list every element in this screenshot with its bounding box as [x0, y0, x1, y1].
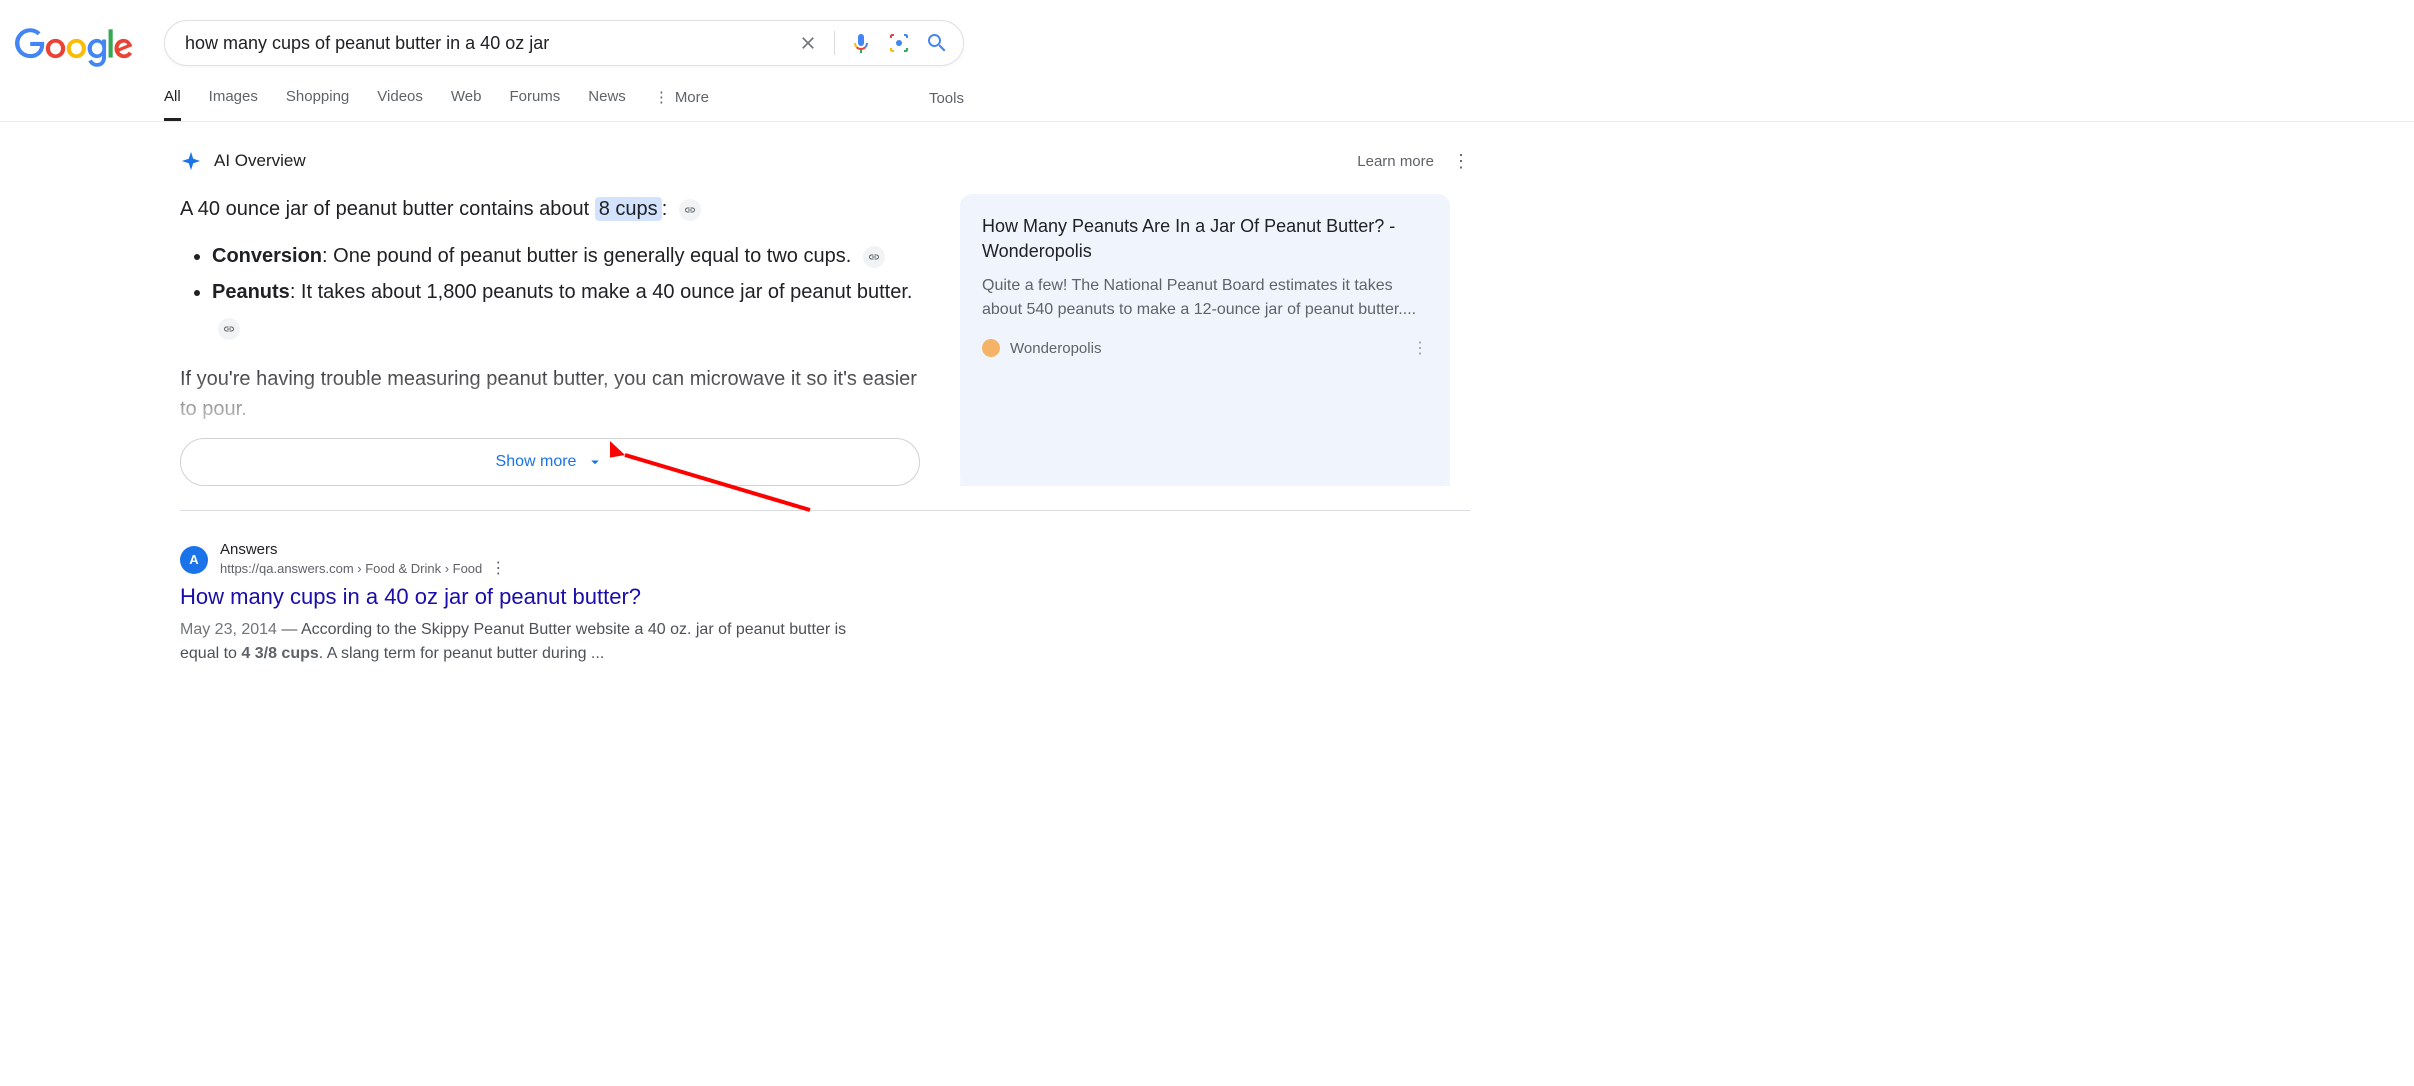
citation-link-icon[interactable]: [218, 318, 240, 340]
ai-bullet-peanuts: Peanuts: It takes about 1,800 peanuts to…: [212, 274, 920, 346]
ai-source-card[interactable]: How Many Peanuts Are In a Jar Of Peanut …: [960, 194, 1450, 486]
result-snippet: May 23, 2014 — According to the Skippy P…: [180, 618, 880, 666]
search-bar[interactable]: [164, 20, 964, 66]
tab-shopping[interactable]: Shopping: [286, 88, 349, 121]
more-options-icon[interactable]: ⋮: [1452, 151, 1470, 172]
divider: [834, 31, 835, 55]
search-input[interactable]: [185, 33, 796, 54]
tab-all[interactable]: All: [164, 88, 181, 121]
result-url: https://qa.answers.com › Food & Drink › …: [220, 561, 482, 576]
wonderopolis-favicon: [982, 339, 1000, 357]
result-title-link[interactable]: How many cups in a 40 oz jar of peanut b…: [180, 584, 880, 610]
citation-link-icon[interactable]: [863, 246, 885, 268]
tab-more[interactable]: ⋮ More: [654, 88, 709, 121]
highlighted-answer: 8 cups: [595, 197, 662, 221]
clear-icon[interactable]: [796, 31, 820, 55]
tools-button[interactable]: Tools: [929, 90, 964, 119]
google-logo[interactable]: [14, 28, 134, 73]
ai-faded-text: If you're having trouble measuring peanu…: [180, 364, 920, 424]
search-icon[interactable]: [925, 31, 949, 55]
show-more-button[interactable]: Show more: [180, 438, 920, 486]
divider: [0, 121, 2414, 122]
card-fade: [960, 456, 1450, 486]
chevron-down-icon: [586, 453, 604, 471]
search-result: A Answers https://qa.answers.com › Food …: [180, 541, 880, 666]
dots-vertical-icon: ⋮: [654, 88, 669, 106]
ai-summary-text: A 40 ounce jar of peanut butter contains…: [180, 194, 920, 224]
result-menu-icon[interactable]: ⋮: [490, 558, 506, 578]
citation-link-icon[interactable]: [679, 199, 701, 221]
card-title: How Many Peanuts Are In a Jar Of Peanut …: [982, 214, 1428, 264]
tab-web[interactable]: Web: [451, 88, 482, 121]
lens-icon[interactable]: [887, 31, 911, 55]
tabs: All Images Shopping Videos Web Forums Ne…: [164, 88, 709, 121]
card-source-name: Wonderopolis: [1010, 340, 1101, 357]
answers-favicon: A: [180, 546, 208, 574]
ai-overview-title: AI Overview: [214, 151, 306, 171]
learn-more-link[interactable]: Learn more: [1357, 153, 1434, 170]
tab-images[interactable]: Images: [209, 88, 258, 121]
card-description: Quite a few! The National Peanut Board e…: [982, 274, 1428, 322]
tab-forums[interactable]: Forums: [509, 88, 560, 121]
mic-icon[interactable]: [849, 31, 873, 55]
result-source-name: Answers: [220, 541, 506, 558]
divider: [180, 510, 1470, 511]
tab-videos[interactable]: Videos: [377, 88, 423, 121]
sparkle-icon: [180, 150, 202, 172]
tab-news[interactable]: News: [588, 88, 626, 121]
card-menu-icon[interactable]: ⋮: [1412, 338, 1428, 358]
ai-bullet-conversion: Conversion: One pound of peanut butter i…: [212, 238, 920, 274]
